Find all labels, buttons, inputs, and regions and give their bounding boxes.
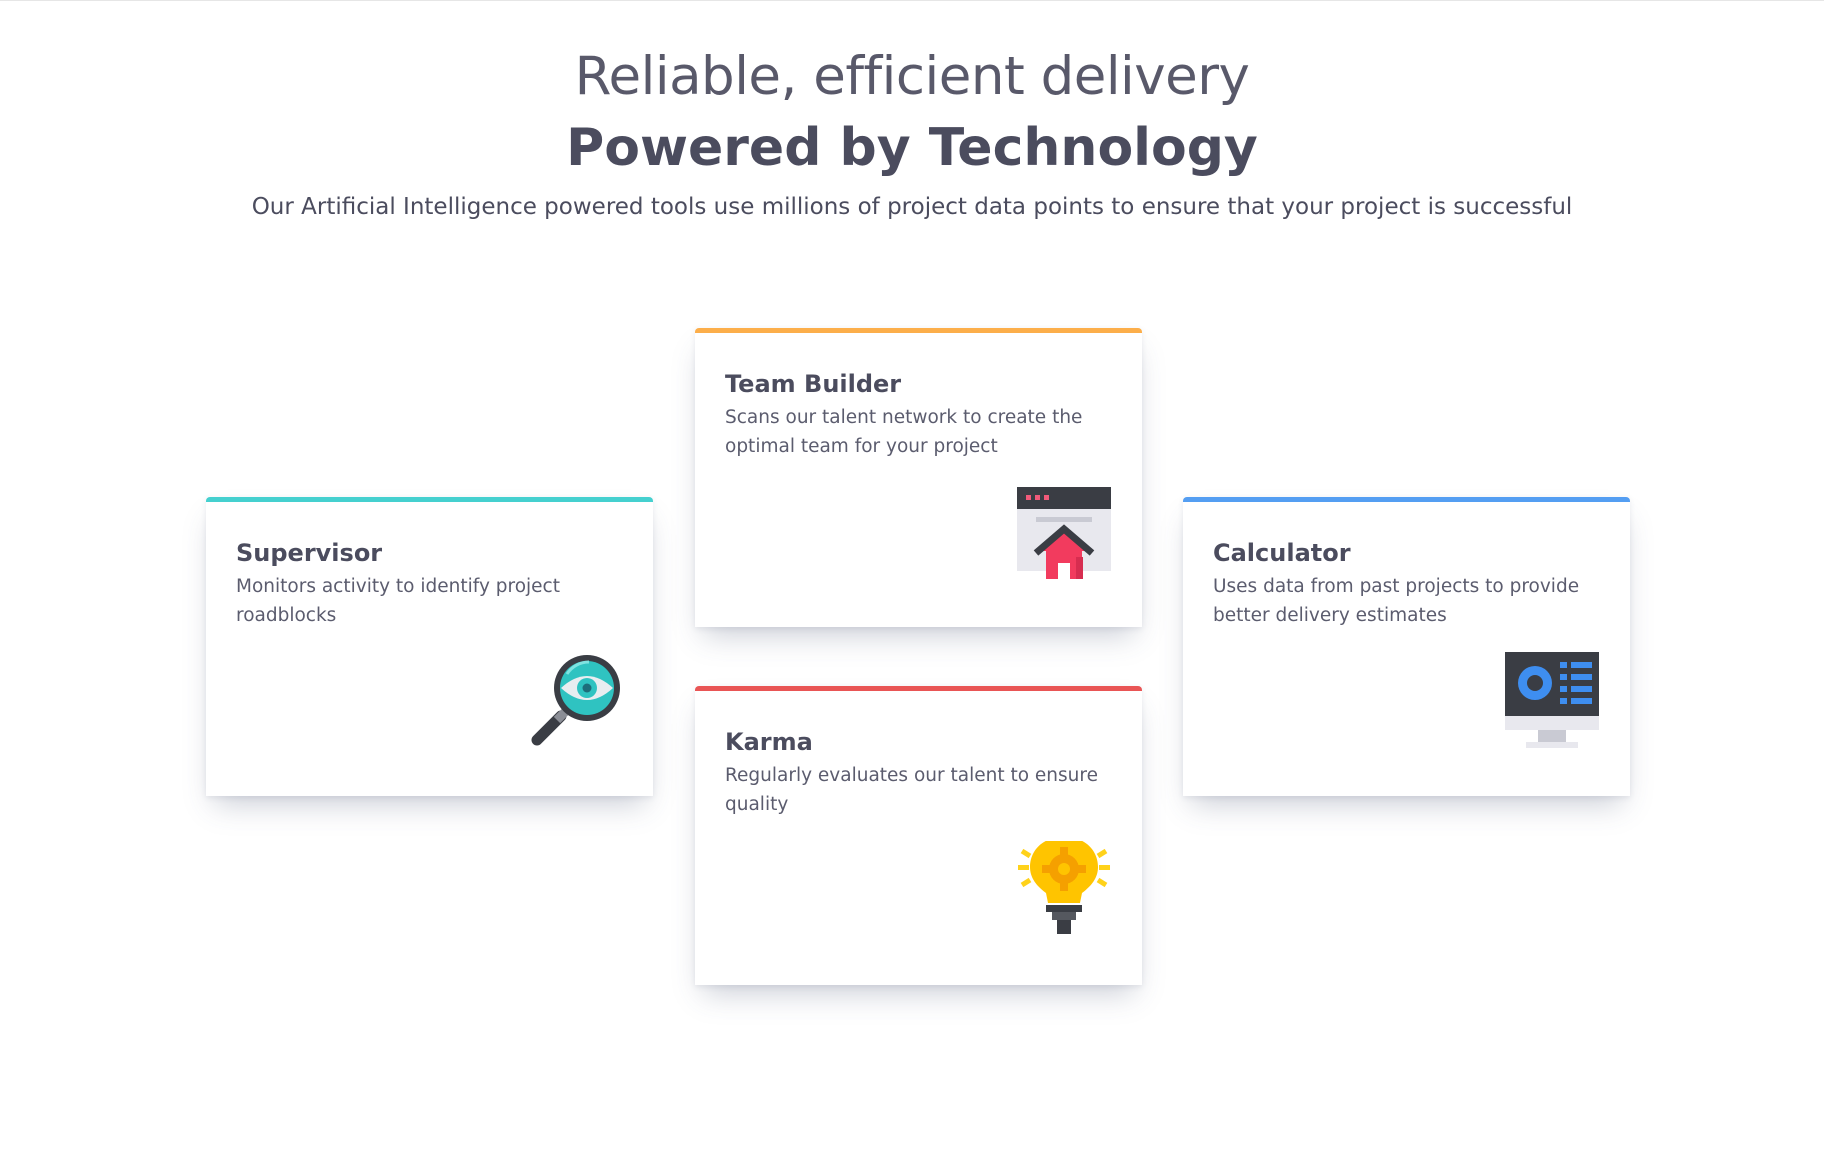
headline-bold: Powered by Technology: [566, 118, 1258, 178]
lightbulb-gear-icon: [1016, 841, 1112, 937]
card-title: Team Builder: [725, 370, 902, 398]
card-description: Regularly evaluates our talent to ensure…: [725, 765, 1098, 815]
card-supervisor: Supervisor Monitors activity to identify…: [206, 497, 653, 796]
card-karma: Karma Regularly evaluates our talent to …: [695, 686, 1142, 985]
card-title: Karma: [725, 728, 813, 756]
card-description: Scans our talent network to create the o…: [725, 407, 1083, 457]
card-description: Uses data from past projects to provide …: [1213, 576, 1580, 626]
card-calculator: Calculator Uses data from past projects …: [1183, 497, 1630, 796]
card-title: Calculator: [1213, 539, 1351, 567]
card-description: Monitors activity to identify project ro…: [236, 576, 560, 626]
section-subtitle: Our Artificial Intelligence powered tool…: [251, 194, 1573, 220]
card-team-builder: Team Builder Scans our talent network to…: [695, 328, 1142, 627]
headline-light: Reliable, efficient delivery: [574, 46, 1250, 107]
browser-home-icon: [1016, 483, 1112, 579]
top-divider: [0, 0, 1824, 1]
card-title: Supervisor: [236, 539, 383, 567]
section-header: Reliable, efficient delivery Powered by …: [0, 44, 1824, 224]
monitor-dashboard-icon: [1504, 652, 1600, 748]
magnifier-eye-icon: [527, 652, 623, 748]
